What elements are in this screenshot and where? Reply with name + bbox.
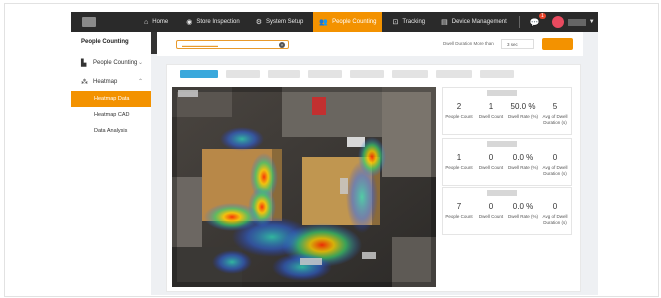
people-count-value: 2: [456, 102, 462, 111]
avg-dwell-label: Avg of Dwell Duration (s): [542, 165, 568, 176]
people-count-value: 1: [456, 153, 462, 162]
sidebar-subitem-heatmap-cad[interactable]: Heatmap CAD: [71, 107, 151, 123]
user-name-redacted[interactable]: [567, 18, 586, 26]
message-icon: 💬: [529, 17, 540, 27]
card-title-redacted: [487, 141, 517, 147]
tracking-icon: ⊡: [392, 19, 399, 26]
heatmap-image: [172, 87, 436, 287]
notification-badge: 1: [538, 12, 546, 19]
nav-divider: [518, 16, 520, 28]
camera-icon: ◉: [186, 19, 193, 26]
sidebar-item-people-counting[interactable]: ▙ People Counting ⌄: [71, 53, 151, 72]
zone-label-redacted: [300, 258, 322, 265]
dwell-count-value: 0: [488, 202, 494, 211]
people-icon: 👥: [319, 19, 329, 26]
avg-dwell-value: 0: [552, 153, 558, 162]
nav-home[interactable]: ⌂ Home: [138, 12, 174, 32]
tab-camera-2[interactable]: [226, 70, 260, 78]
dwell-duration-label: Dwell Duration More than: [443, 41, 494, 46]
chevron-up-icon: ⌃: [137, 79, 143, 85]
sidebar-subitem-heatmap-data[interactable]: Heatmap Data: [71, 91, 151, 107]
camera-tabs: [180, 70, 514, 78]
dwell-count-label: Dwell Count: [478, 165, 504, 170]
sidebar-subitem-data-analysis[interactable]: Data Analysis: [71, 123, 151, 139]
tab-camera-8[interactable]: [480, 70, 514, 78]
people-count-label: People Count: [445, 165, 473, 170]
tab-camera-7[interactable]: [436, 70, 472, 78]
search-button-redacted[interactable]: [542, 38, 573, 50]
stats-card-3: 7 People Count 0 Dwell Count 0.0 % Dwell Ra…: [442, 187, 572, 235]
top-nav-bar: ⌂ Home ◉ Store Inspection ⚙ System Setup…: [71, 12, 598, 32]
filter-bar: ▬▬▬▬▬▬▬▬▬ × Dwell Duration More than 3 s…: [157, 32, 583, 56]
tab-camera-5[interactable]: [350, 70, 384, 78]
tab-camera-3[interactable]: [268, 70, 300, 78]
dwell-duration-value: 3 sec: [507, 42, 518, 47]
avg-dwell-label: Avg of Dwell Duration (s): [542, 214, 568, 225]
tab-camera-4[interactable]: [308, 70, 342, 78]
dwell-rate-value: 0.0 %: [512, 202, 534, 211]
dwell-count-value: 1: [488, 102, 494, 111]
chevron-down-icon: ⌄: [137, 60, 143, 66]
heatmap-panel: 2 People Count 1 Dwell Count 50.0 % Dwell R…: [166, 64, 581, 292]
dwell-rate-label: Dwell Rate (%): [507, 114, 538, 119]
card-title-redacted: [487, 90, 517, 96]
stats-card-2: 1 People Count 0 Dwell Count 0.0 % Dwell Ra…: [442, 138, 572, 186]
people-count-label: People Count: [445, 114, 473, 119]
app-logo[interactable]: [82, 17, 96, 27]
bar-chart-icon: ▙: [81, 59, 87, 67]
gear-icon: ⚙: [255, 19, 262, 26]
sidebar-item-label: People Counting: [93, 59, 138, 66]
avg-dwell-value: 5: [552, 102, 558, 111]
dwell-rate-value: 0.0 %: [512, 153, 534, 162]
store-select-value-redacted: ▬▬▬▬▬▬▬▬▬: [182, 43, 218, 48]
stats-cards: 2 People Count 1 Dwell Count 50.0 % Dwell R…: [442, 87, 573, 287]
card-title-redacted: [487, 190, 517, 196]
avg-dwell-value: 0: [552, 202, 558, 211]
people-count-value: 7: [456, 202, 462, 211]
nav-home-label: Home: [152, 19, 169, 25]
nav-device-management-label: Device Management: [451, 19, 507, 25]
nav-tracking-label: Tracking: [402, 19, 426, 25]
clear-icon[interactable]: ×: [279, 42, 285, 48]
people-count-label: People Count: [445, 214, 473, 219]
dwell-rate-label: Dwell Rate (%): [507, 165, 538, 170]
sidebar-item-heatmap[interactable]: ⁂ Heatmap ⌃: [71, 72, 151, 91]
dwell-rate-label: Dwell Rate (%): [507, 214, 538, 219]
device-icon: ▤: [441, 19, 448, 26]
notification-button[interactable]: 💬 1: [529, 12, 546, 27]
sidebar-item-label: Heatmap: [93, 78, 118, 85]
nav-store-inspection-label: Store Inspection: [196, 19, 240, 25]
sidebar: People Counting ▙ People Counting ⌄ ⁂ He…: [71, 32, 151, 295]
chevron-down-icon[interactable]: ▼: [589, 19, 595, 25]
dwell-count-value: 0: [488, 153, 494, 162]
tab-camera-6[interactable]: [392, 70, 428, 78]
dwell-count-label: Dwell Count: [478, 114, 504, 119]
avatar[interactable]: [551, 16, 564, 28]
zone-label-redacted: [362, 252, 376, 259]
heatmap-svg: [172, 87, 436, 287]
dwell-duration-select[interactable]: 3 sec: [501, 39, 534, 49]
nav-store-inspection[interactable]: ◉ Store Inspection: [180, 12, 245, 32]
avg-dwell-label: Avg of Dwell Duration (s): [542, 114, 568, 125]
nav-system-setup-label: System Setup: [266, 19, 304, 25]
nav-system-setup[interactable]: ⚙ System Setup: [250, 12, 310, 32]
stats-card-1: 2 People Count 1 Dwell Count 50.0 % Dwell R…: [442, 87, 572, 135]
sidebar-title: People Counting: [81, 39, 129, 45]
nav-people-counting-label: People Counting: [332, 19, 377, 25]
dwell-count-label: Dwell Count: [478, 214, 504, 219]
home-icon: ⌂: [144, 18, 149, 26]
store-select-input[interactable]: ▬▬▬▬▬▬▬▬▬ ×: [176, 40, 289, 49]
heatmap-icon: ⁂: [81, 78, 88, 86]
tab-camera-1[interactable]: [180, 70, 218, 78]
nav-people-counting[interactable]: 👥 People Counting: [313, 12, 383, 32]
camera-label-redacted: [178, 90, 198, 97]
nav-tracking[interactable]: ⊡ Tracking: [386, 12, 431, 32]
dwell-rate-value: 50.0 %: [510, 102, 536, 111]
zone-label-redacted: [340, 178, 348, 194]
nav-device-management[interactable]: ▤ Device Management: [435, 12, 513, 32]
